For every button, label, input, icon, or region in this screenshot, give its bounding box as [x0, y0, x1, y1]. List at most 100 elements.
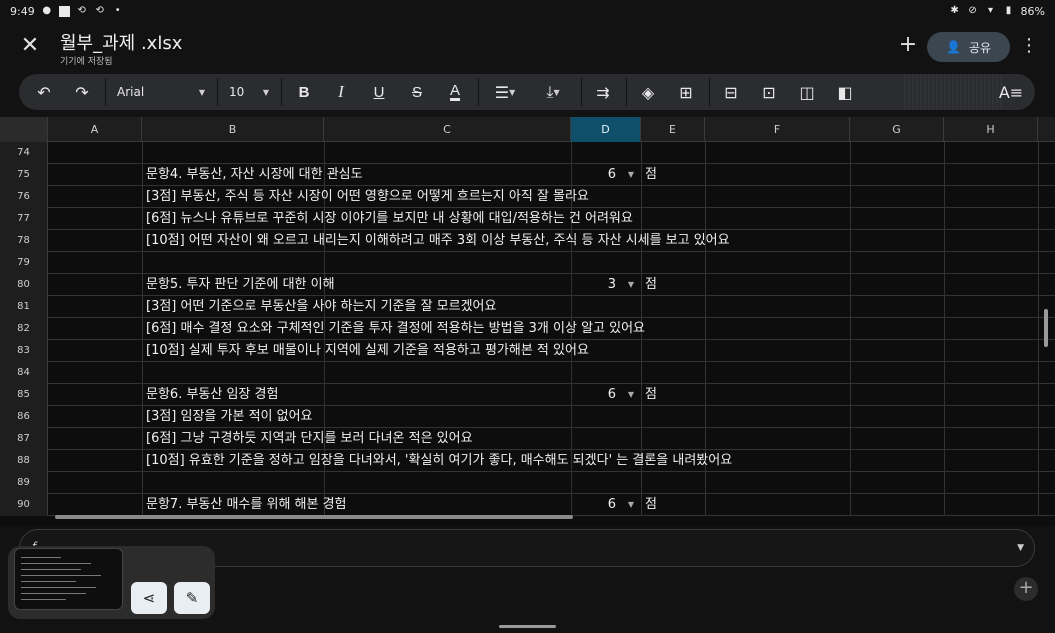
borders-icon[interactable]: ⊞ — [671, 74, 701, 110]
cell-b[interactable]: [6점] 뉴스나 유튜브로 꾸준히 시장 이야기를 보지만 내 상황에 대입/적… — [146, 208, 633, 230]
toolbar-overflow — [902, 74, 1002, 110]
grid-line — [944, 362, 945, 384]
person-add-icon: 👤 — [945, 40, 961, 54]
row-number[interactable]: 88 — [0, 450, 48, 472]
fill-color-icon[interactable]: ◈ — [633, 74, 663, 110]
cell-b[interactable]: [3점] 임장을 가본 적이 없어요 — [146, 406, 313, 428]
grid-line — [142, 340, 143, 362]
row-number[interactable]: 81 — [0, 296, 48, 318]
grid-line — [705, 428, 706, 450]
row-number[interactable]: 82 — [0, 318, 48, 340]
row-number[interactable]: 79 — [0, 252, 48, 274]
text-format-icon[interactable]: A≡ — [996, 74, 1026, 110]
edit-pencil-icon[interactable]: ✎ — [174, 582, 210, 614]
dropdown-arrow-icon[interactable]: ▼ — [628, 164, 634, 186]
cell-e[interactable]: 점 — [645, 494, 657, 516]
cell-d-dropdown[interactable]: 6 ▼ — [572, 384, 640, 406]
select-all-corner[interactable] — [0, 117, 48, 142]
more-options-icon[interactable]: ⋮ — [1020, 34, 1038, 58]
grid-line — [705, 384, 706, 406]
cell-b[interactable]: 문항6. 부동산 임장 경험 — [146, 384, 278, 406]
column-header-b[interactable]: B — [142, 117, 324, 142]
grid-line — [850, 164, 851, 186]
cell-e[interactable]: 점 — [645, 274, 657, 296]
cell-b[interactable]: [10점] 실제 투자 후보 매물이나 지역에 실제 기준을 적용하고 평가해본… — [146, 340, 589, 362]
row-number[interactable]: 78 — [0, 230, 48, 252]
cell-d-dropdown[interactable]: 6 ▼ — [572, 164, 640, 186]
grid-line — [142, 318, 143, 340]
column-header-h[interactable]: H — [944, 117, 1038, 142]
dropdown-arrow-icon[interactable]: ▼ — [628, 274, 634, 296]
cell-b[interactable]: 문항7. 부동산 매수를 위해 해본 경험 — [146, 494, 347, 516]
row-number[interactable]: 76 — [0, 186, 48, 208]
grid-line — [944, 384, 945, 406]
share-icon[interactable]: ⋖ — [131, 582, 167, 614]
horizontal-align-icon[interactable]: ☰ ▼ — [485, 74, 525, 110]
insert-row-below-icon[interactable]: ⊡ — [754, 74, 784, 110]
row-number[interactable]: 90 — [0, 494, 48, 516]
text-wrap-icon[interactable]: ⇉ — [588, 74, 618, 110]
underline-icon[interactable]: U — [364, 74, 394, 110]
table-row: 75 문항4. 부동산, 자산 시장에 대한 관심도 6 ▼ 점 — [0, 164, 1055, 186]
column-header-d[interactable]: D — [571, 117, 641, 142]
grid-line — [571, 252, 572, 274]
vertical-scrollbar[interactable] — [1044, 309, 1048, 347]
cell-b[interactable]: 문항5. 투자 판단 기준에 대한 이해 — [146, 274, 335, 296]
spreadsheet-grid[interactable]: A B C D E F G H 74 75 문항4. 부동산, 자산 시장에 대한 … — [0, 117, 1055, 526]
undo-icon[interactable]: ↶ — [29, 74, 59, 110]
insert-column-right-icon[interactable]: ◫ — [792, 74, 822, 110]
screenshot-thumbnail[interactable] — [14, 548, 123, 610]
cell-b[interactable]: [10점] 유효한 기준을 정하고 임장을 다녀와서, '확실히 여기가 좋다,… — [146, 450, 732, 472]
chevron-down-icon[interactable]: ▼ — [1017, 543, 1024, 553]
row-number[interactable]: 80 — [0, 274, 48, 296]
column-header-c[interactable]: C — [324, 117, 571, 142]
cell-b[interactable]: [6점] 그냥 구경하듯 지역과 단지를 보러 다녀온 적은 있어요 — [146, 428, 473, 450]
insert-column-left-icon[interactable]: ◧ — [830, 74, 860, 110]
font-size-select[interactable]: 10 ▼ — [219, 74, 279, 110]
font-family-select[interactable]: Arial ▼ — [107, 74, 215, 110]
dropdown-arrow-icon[interactable]: ▼ — [628, 384, 634, 406]
grid-line — [705, 340, 706, 362]
row-number[interactable]: 83 — [0, 340, 48, 362]
grid-line — [850, 340, 851, 362]
cell-b[interactable]: [10점] 어떤 자산이 왜 오르고 내리는지 이해하려고 매주 3회 이상 부… — [146, 230, 730, 252]
close-icon[interactable]: ✕ — [18, 34, 42, 58]
cell-b[interactable]: [3점] 어떤 기준으로 부동산을 사야 하는지 기준을 잘 모르겠어요 — [146, 296, 496, 318]
italic-icon[interactable]: I — [326, 74, 356, 110]
dropdown-arrow-icon[interactable]: ▼ — [628, 494, 634, 516]
insert-row-above-icon[interactable]: ⊟ — [716, 74, 746, 110]
column-header-g[interactable]: G — [850, 117, 944, 142]
row-number[interactable]: 84 — [0, 362, 48, 384]
gesture-nav-handle[interactable] — [499, 625, 556, 628]
add-icon[interactable]: + — [896, 34, 920, 58]
row-number[interactable]: 86 — [0, 406, 48, 428]
row-number[interactable]: 74 — [0, 142, 48, 164]
row-number[interactable]: 85 — [0, 384, 48, 406]
vertical-align-icon[interactable]: ⤓ ▼ — [533, 74, 573, 110]
grid-line — [944, 406, 945, 428]
text-color-icon[interactable]: A — [440, 74, 470, 110]
row-number[interactable]: 89 — [0, 472, 48, 494]
cell-e[interactable]: 점 — [645, 384, 657, 406]
cell-b[interactable]: [6점] 매수 결정 요소와 구체적인 기준을 투자 결정에 적용하는 방법을 … — [146, 318, 645, 340]
row-number[interactable]: 77 — [0, 208, 48, 230]
cell-b[interactable]: [3점] 부동산, 주식 등 자산 시장이 어떤 영향으로 어떻게 흐르는지 아… — [146, 186, 589, 208]
add-sheet-icon[interactable]: + — [1014, 577, 1038, 601]
strikethrough-icon[interactable]: S — [402, 74, 432, 110]
bold-icon[interactable]: B — [289, 74, 319, 110]
row-number[interactable]: 87 — [0, 428, 48, 450]
cell-b[interactable]: 문항4. 부동산, 자산 시장에 대한 관심도 — [146, 164, 363, 186]
cell-d-dropdown[interactable]: 6 ▼ — [572, 494, 640, 516]
horizontal-scrollbar[interactable] — [55, 515, 573, 519]
share-button[interactable]: 👤 공유 — [927, 32, 1010, 62]
cell-e[interactable]: 점 — [645, 164, 657, 186]
column-header-a[interactable]: A — [48, 117, 142, 142]
cell-d-dropdown[interactable]: 3 ▼ — [572, 274, 640, 296]
column-header-f[interactable]: F — [705, 117, 850, 142]
column-header-e[interactable]: E — [641, 117, 705, 142]
redo-icon[interactable]: ↷ — [67, 74, 97, 110]
chat-bubble-icon: ● — [42, 5, 52, 16]
grid-line — [850, 252, 851, 274]
row-number[interactable]: 75 — [0, 164, 48, 186]
grid-line — [705, 274, 706, 296]
